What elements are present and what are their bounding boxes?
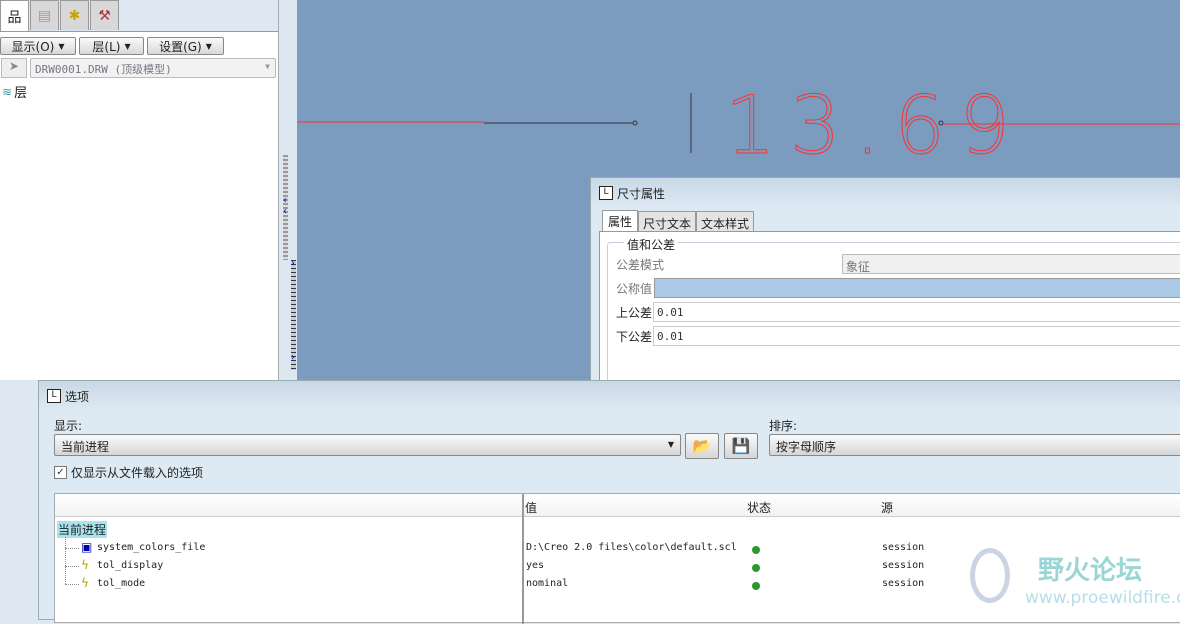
tree-item-layers[interactable]: ≋ 层 [2,82,28,102]
watermark-title: 野火论坛 [1038,556,1143,586]
chevron-down-icon: ▼ [124,41,131,51]
tab-dimension-text[interactable]: 尺寸文本 [638,211,697,232]
chevron-down-icon: ▼ [667,440,674,449]
tol-mode-label: 公差模式 [616,258,665,272]
show-select-value: 当前进程 [61,440,110,454]
tree-root[interactable]: 当前进程 [57,521,108,538]
lightning-icon: ϟ [81,558,89,572]
group-label: 值和公差 [624,236,679,253]
option-name: tol_display [97,560,164,571]
tools-tab[interactable]: ⚒ [90,0,119,30]
watermark-url: www.proewildfire.cn [1025,588,1180,608]
lower-tol-input[interactable]: 0.01 [653,326,1180,346]
settings-menu-label: 设置(G) [159,39,202,54]
dialog-icon: L [47,389,61,403]
layer-menu-label: 层(L) [92,39,121,54]
option-source: session [882,560,925,571]
tree-item-label: 层 [14,86,28,101]
dialog-title: 选项 [65,389,90,404]
dimension-properties-dialog: L 尺寸属性 属性 尺寸文本 文本样式 值和公差 公差模式 象征 公称值 上公差 … [590,177,1180,392]
checkbox-checked-icon: ✓ [54,466,67,479]
chevron-down-icon: ▼ [265,62,270,71]
column-header-source[interactable]: 源 [881,499,893,516]
settings-menu[interactable]: 设置(G) ▼ [147,37,224,55]
expand-right-icon[interactable]: › [291,352,295,363]
option-source: session [882,542,925,553]
dialog-title: 尺寸属性 [617,186,666,201]
show-menu[interactable]: 显示(O) ▼ [0,37,76,55]
model-select[interactable]: DRW0001.DRW (顶级模型) ▼ [30,58,276,78]
show-select[interactable]: 当前进程 ▼ [54,434,681,456]
tol-mode-select[interactable]: 象征 [842,254,1180,274]
model-select-value: DRW0001.DRW (顶级模型) [35,63,172,76]
column-header-value[interactable]: 值 [525,499,537,516]
dialog-icon: L [599,186,613,200]
chevron-down-icon: ▼ [58,41,65,51]
dimension-value[interactable]: 13.69 [725,79,1024,173]
watermark-logo-icon [970,548,1010,603]
collapse-left-icon[interactable]: ‹ ‹ [283,195,287,217]
option-value: D:\Creo 2.0 files\color\default.scl [526,542,737,553]
sort-select-value: 按字母顺序 [776,440,837,454]
model-tree-tab[interactable]: 品 [0,0,29,32]
file-option-icon: ▣ [81,540,93,554]
folder-browser-tab[interactable]: ▤ [30,0,59,30]
layers-icon: ≋ [2,84,13,99]
favorites-icon: ✱ [68,7,81,24]
open-config-button[interactable]: 📂 [685,433,719,459]
nominal-label: 公称值 [616,282,653,296]
option-name: system_colors_file [97,542,206,553]
open-folder-icon: 📂 [692,437,712,455]
favorites-tab[interactable]: ✱ [60,0,89,30]
left-panel: 品 ▤ ✱ ⚒ 显示(O) ▼ 层(L) ▼ 设置(G) ▼ ➤ DRW0001.DR… [0,0,279,380]
tab-text-style[interactable]: 文本样式 [696,211,755,232]
sort-label: 排序: [769,419,798,433]
select-pointer-button[interactable]: ➤ [1,58,27,78]
option-value: nominal [526,578,569,589]
show-menu-label: 显示(O) [11,39,55,54]
option-name: tol_mode [97,578,146,589]
model-tree-icon: 品 [7,9,22,26]
sort-select[interactable]: 按字母顺序 [769,434,1180,456]
nominal-value-input[interactable] [654,278,1180,298]
save-icon: 💾 [731,437,751,455]
expand-right-icon[interactable]: › [291,258,295,269]
status-ok-icon [752,546,760,554]
folder-browser-icon: ▤ [37,7,52,24]
status-ok-icon [752,564,760,572]
column-header-status[interactable]: 状态 [747,499,771,516]
checkbox-label: 仅显示从文件载入的选项 [71,466,204,480]
tools-icon: ⚒ [98,7,111,24]
chevron-down-icon: ▼ [205,41,212,51]
lower-tol-label: 下公差 [616,330,653,344]
status-ok-icon [752,582,760,590]
pointer-icon: ➤ [8,59,20,73]
layer-menu[interactable]: 层(L) ▼ [79,37,144,55]
show-label: 显示: [54,419,83,433]
option-value: yes [526,560,545,571]
lightning-icon: ϟ [81,576,89,590]
save-config-button[interactable]: 💾 [724,433,758,459]
upper-tol-label: 上公差 [616,306,653,320]
panel-splitter[interactable]: ‹ ‹ › › [280,0,297,380]
show-loaded-only-checkbox[interactable]: ✓ 仅显示从文件载入的选项 [54,464,203,481]
option-source: session [882,578,925,589]
tab-properties[interactable]: 属性 [602,210,639,232]
upper-tol-input[interactable]: 0.01 [653,302,1180,322]
watermark: 野火论坛 www.proewildfire.cn [970,548,1180,613]
